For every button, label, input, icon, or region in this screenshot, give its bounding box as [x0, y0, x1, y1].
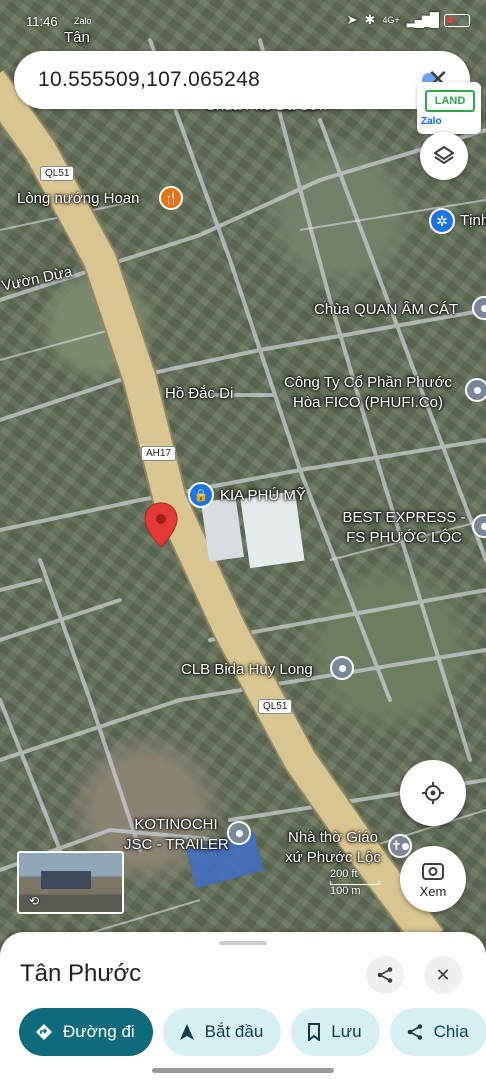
- xem-label: Xem: [419, 883, 447, 899]
- zalo-brand: Zalo: [421, 116, 442, 127]
- scale-m: 100 m: [330, 885, 361, 897]
- zalo-notification-icon: Zalo: [74, 16, 92, 26]
- network-type: 4G+: [382, 15, 400, 25]
- street-view-building: [41, 871, 91, 889]
- share-button[interactable]: [366, 956, 404, 994]
- temple-icon[interactable]: ✲: [429, 208, 455, 234]
- save-label: Lưu: [331, 1022, 362, 1041]
- road-shield-ah17: AH17: [141, 446, 177, 461]
- share-icon: [377, 967, 393, 983]
- map-label-tinh[interactable]: Tịnh: [460, 211, 486, 231]
- zalo-ad-badge[interactable]: LAND Zalo: [417, 82, 481, 134]
- kotinochi-line-2: JSC - TRAILER: [124, 836, 229, 853]
- road-shield-ql51: QL51: [40, 166, 75, 181]
- map-label-kotinochi[interactable]: KOTINOCHI JSC - TRAILER: [124, 815, 229, 855]
- bluetooth-icon: ✱: [364, 12, 376, 27]
- dropped-pin-icon[interactable]: [144, 502, 178, 548]
- share-icon: [407, 1024, 422, 1040]
- status-time: 11:46: [26, 14, 58, 29]
- map-label-ho-dac-di: Hồ Đắc Di: [165, 385, 234, 402]
- close-sheet-button[interactable]: ✕: [424, 956, 462, 994]
- kotinochi-line-1: KOTINOCHI: [134, 816, 218, 833]
- map-scale: 200 ft 100 m: [330, 868, 380, 897]
- status-icons: ➤ ✱ 4G+ ▂▄▆█: [346, 12, 470, 28]
- directions-icon: [36, 1024, 52, 1040]
- search-bar[interactable]: 10.555509,107.065248 ✕: [14, 51, 470, 109]
- best-line-1: BEST EXPRESS -: [342, 509, 466, 526]
- place-title: Tân Phước: [20, 960, 142, 987]
- church-icon[interactable]: ✝: [388, 834, 412, 858]
- shopping-bag-icon[interactable]: 🔒: [188, 482, 214, 508]
- gesture-bar[interactable]: [152, 1068, 334, 1073]
- street-view-rotate-icon: ⟲: [29, 894, 40, 908]
- location-icon: ➤: [346, 12, 358, 27]
- sheet-drag-handle[interactable]: [219, 941, 267, 945]
- start-label: Bắt đầu: [204, 1022, 264, 1041]
- best-line-2: FS PHƯỚC LỘC: [346, 529, 462, 546]
- place-bottom-sheet[interactable]: Tân Phước ✕ Đường đi Bắt đầu Lưu Chia: [0, 932, 486, 1080]
- battery-icon: [444, 13, 470, 27]
- bookmark-icon: [308, 1023, 321, 1041]
- satellite-map[interactable]: Tân Chùa Phổ Đà Sơn Lòng nướng Hoan 🍴 Vư…: [0, 0, 486, 1080]
- map-label-clb-bida[interactable]: CLB Bida Huy Long: [181, 660, 313, 680]
- status-bar: 11:46 Zalo ➤ ✱ 4G+ ▂▄▆█: [0, 0, 486, 44]
- xem-button[interactable]: Xem: [400, 846, 466, 912]
- map-label-cong-ty-fico[interactable]: Công Ty Cổ Phần Phước Hòa FICO (PHUFI.Co…: [276, 373, 460, 413]
- map-label-kia-phu-my[interactable]: KIA PHÚ MỸ: [220, 486, 306, 506]
- share-label: Chia: [433, 1022, 469, 1041]
- nha-tho-line-1: Nhà thờ Giáo: [288, 829, 378, 846]
- directions-label: Đường đi: [63, 1022, 135, 1041]
- map-label-nha-tho[interactable]: Nhà thờ Giáo xứ Phước Lộc: [278, 828, 388, 868]
- cong-ty-line-1: Công Ty Cổ Phần Phước: [283, 374, 453, 391]
- my-location-button[interactable]: [400, 760, 466, 826]
- map-label-chua-quan-am[interactable]: Chùa QUAN ÂM CÁT: [314, 300, 458, 320]
- ad-logo: LAND: [425, 90, 475, 112]
- map-label-best-express[interactable]: BEST EXPRESS - FS PHƯỚC LỘC: [339, 508, 469, 548]
- place-icon[interactable]: [330, 656, 354, 680]
- place-icon[interactable]: [465, 378, 486, 402]
- navigation-arrow-icon: [179, 1024, 194, 1040]
- camera-lens-icon: [422, 862, 444, 880]
- place-icon[interactable]: [227, 821, 251, 845]
- signal-icon: ▂▄▆█: [406, 12, 439, 27]
- start-button[interactable]: Bắt đầu: [162, 1008, 282, 1056]
- close-icon: ✕: [435, 964, 451, 985]
- my-location-icon: [422, 782, 444, 804]
- action-chips: Đường đi Bắt đầu Lưu Chia: [19, 1008, 486, 1056]
- share-chip-button[interactable]: Chia: [389, 1008, 486, 1056]
- restaurant-icon[interactable]: 🍴: [159, 186, 183, 210]
- road-shield-ql51-bottom: QL51: [258, 699, 293, 714]
- save-button[interactable]: Lưu: [291, 1008, 380, 1056]
- layers-button[interactable]: [420, 132, 468, 180]
- layers-icon: [434, 146, 454, 164]
- map-label-long-nuong-hoan[interactable]: Lòng nướng Hoan: [17, 189, 139, 209]
- scale-ft: 200 ft: [330, 868, 358, 880]
- nha-tho-line-2: xứ Phước Lộc: [285, 849, 381, 866]
- directions-button[interactable]: Đường đi: [19, 1008, 153, 1056]
- cong-ty-line-2: Hòa FICO (PHUFI.Co): [292, 394, 443, 411]
- search-query[interactable]: 10.555509,107.065248: [38, 68, 260, 92]
- street-view-thumbnail[interactable]: ⟲: [17, 851, 124, 914]
